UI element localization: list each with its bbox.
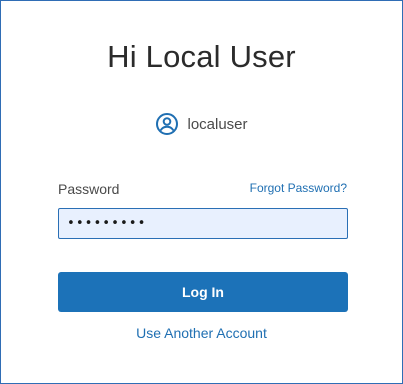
- username-label: localuser: [187, 115, 248, 133]
- login-panel: Hi Local User localuser Password Forgot …: [0, 0, 403, 384]
- login-button[interactable]: Log In: [58, 272, 348, 312]
- page-title: Hi Local User: [107, 39, 296, 74]
- password-field[interactable]: [58, 208, 348, 239]
- account-circle-icon: [155, 112, 179, 136]
- current-user: localuser: [1, 111, 402, 137]
- use-another-account-link[interactable]: Use Another Account: [1, 325, 402, 341]
- password-label: Password: [58, 181, 120, 197]
- forgot-password-link[interactable]: Forgot Password?: [250, 181, 347, 195]
